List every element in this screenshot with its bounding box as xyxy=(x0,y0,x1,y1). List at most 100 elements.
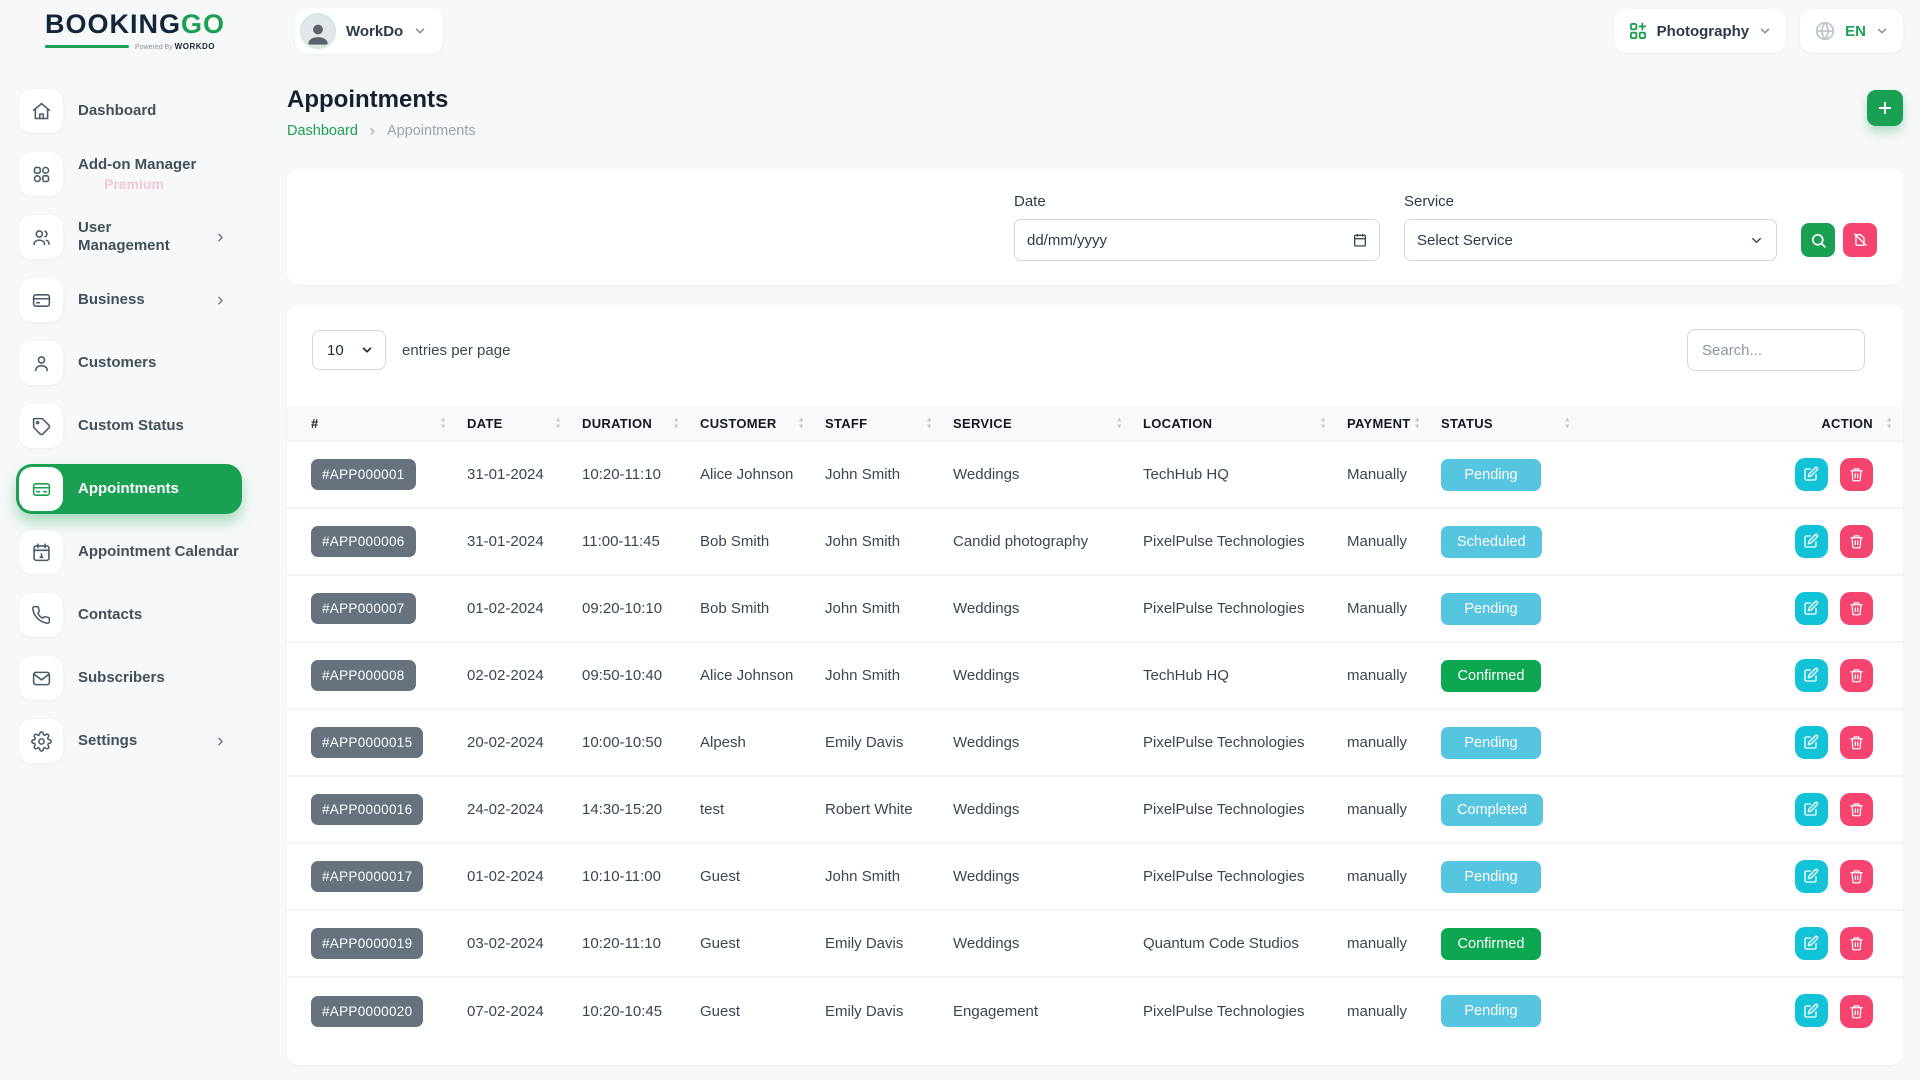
col-header-status[interactable]: STATUS▲▼ xyxy=(1431,407,1581,441)
edit-button[interactable] xyxy=(1795,793,1828,826)
breadcrumb-dashboard-link[interactable]: Dashboard xyxy=(287,123,358,139)
cell-staff: John Smith xyxy=(815,642,943,709)
cell-date: 01-02-2024 xyxy=(457,575,572,642)
brand-logo[interactable]: BOOKINGGO Powered By WORKDO xyxy=(0,11,260,51)
workspace-name: WorkDo xyxy=(346,23,403,40)
grid-icon xyxy=(19,152,63,196)
cell-customer: Guest xyxy=(690,843,815,910)
sort-icon[interactable]: ▲▼ xyxy=(440,417,447,430)
col-header-payment[interactable]: PAYMENT▲▼ xyxy=(1337,407,1431,441)
delete-button[interactable] xyxy=(1840,793,1873,826)
sort-icon[interactable]: ▲▼ xyxy=(673,417,680,430)
col-header-service[interactable]: SERVICE▲▼ xyxy=(943,407,1133,441)
edit-button[interactable] xyxy=(1795,927,1828,960)
delete-button[interactable] xyxy=(1840,995,1873,1028)
sidebar-item-subscribers[interactable]: Subscribers xyxy=(16,653,242,703)
edit-button[interactable] xyxy=(1795,525,1828,558)
sort-icon[interactable]: ▲▼ xyxy=(798,417,805,430)
sidebar-item-business[interactable]: Business xyxy=(16,275,242,325)
cell-payment: Manually xyxy=(1337,575,1431,642)
sidebar-item-contacts[interactable]: Contacts xyxy=(16,590,242,640)
cell-duration: 14:30-15:20 xyxy=(572,776,690,843)
plus-icon xyxy=(1876,99,1894,117)
delete-button[interactable] xyxy=(1840,592,1873,625)
edit-pencil-icon xyxy=(1803,1003,1819,1019)
appointment-card-icon xyxy=(19,467,63,511)
search-icon xyxy=(1810,232,1827,249)
apply-filter-button[interactable] xyxy=(1801,223,1835,257)
col-header-duration[interactable]: DURATION▲▼ xyxy=(572,407,690,441)
table-row: #APP0000015 20-02-2024 10:00-10:50 Alpes… xyxy=(287,709,1903,776)
filter-card: Date Service Select Service xyxy=(287,169,1903,285)
phone-icon xyxy=(19,593,63,637)
cell-date: 31-01-2024 xyxy=(457,441,572,508)
chevron-down-icon xyxy=(360,343,374,357)
language-switcher[interactable]: EN xyxy=(1800,9,1903,53)
col-header-location[interactable]: LOCATION▲▼ xyxy=(1133,407,1337,441)
breadcrumb: Dashboard Appointments xyxy=(287,123,476,139)
sidebar-item-dashboard[interactable]: Dashboard xyxy=(16,86,242,136)
calendar-small-icon[interactable] xyxy=(1352,232,1368,248)
file-off-icon xyxy=(1852,232,1868,248)
edit-button[interactable] xyxy=(1795,458,1828,491)
sidebar-item-appointment-calendar[interactable]: Appointment Calendar xyxy=(16,527,242,577)
sort-icon[interactable]: ▲▼ xyxy=(1564,417,1571,430)
cell-payment: manually xyxy=(1337,910,1431,977)
col-header-action[interactable]: ACTION▲▼ xyxy=(1581,407,1903,441)
delete-button[interactable] xyxy=(1840,726,1873,759)
edit-pencil-icon xyxy=(1803,533,1819,549)
edit-pencil-icon xyxy=(1803,801,1819,817)
cell-payment: manually xyxy=(1337,977,1431,1044)
workspace-switcher[interactable]: WorkDo xyxy=(295,8,443,54)
module-switcher[interactable]: Photography xyxy=(1614,9,1787,53)
sidebar-item-settings[interactable]: Settings xyxy=(16,716,242,766)
sidebar-item-custom-status[interactable]: Custom Status xyxy=(16,401,242,451)
sort-icon[interactable]: ▲▼ xyxy=(926,417,933,430)
cell-staff: John Smith xyxy=(815,508,943,575)
status-badge: Pending xyxy=(1441,459,1541,491)
sort-icon[interactable]: ▲▼ xyxy=(1320,417,1327,430)
delete-button[interactable] xyxy=(1840,927,1873,960)
reset-filter-button[interactable] xyxy=(1843,223,1877,257)
delete-button[interactable] xyxy=(1840,659,1873,692)
col-header-staff[interactable]: STAFF▲▼ xyxy=(815,407,943,441)
page-size-value: 10 xyxy=(327,342,344,359)
edit-button[interactable] xyxy=(1795,860,1828,893)
module-name: Photography xyxy=(1657,23,1750,40)
sort-icon[interactable]: ▲▼ xyxy=(1116,417,1123,430)
appointment-id-badge: #APP000006 xyxy=(311,526,416,557)
language-code: EN xyxy=(1845,23,1866,40)
topbar: BOOKINGGO Powered By WORKDO WorkDo Photo… xyxy=(0,0,1920,62)
edit-button[interactable] xyxy=(1795,592,1828,625)
edit-button[interactable] xyxy=(1795,659,1828,692)
col-header-customer[interactable]: CUSTOMER▲▼ xyxy=(690,407,815,441)
sort-icon[interactable]: ▲▼ xyxy=(1414,417,1421,430)
cell-staff: John Smith xyxy=(815,843,943,910)
appointment-id-badge: #APP0000020 xyxy=(311,996,423,1027)
col-header-id[interactable]: #▲▼ xyxy=(287,407,457,441)
sidebar-item-addon-manager[interactable]: Add-on Manager Premium xyxy=(16,149,242,199)
col-header-date[interactable]: DATE▲▼ xyxy=(457,407,572,441)
table-search-input[interactable] xyxy=(1687,329,1865,371)
page-size-select[interactable]: 10 xyxy=(312,330,386,370)
delete-button[interactable] xyxy=(1840,458,1873,491)
appointment-id-badge: #APP000008 xyxy=(311,660,416,691)
sidebar-item-appointments[interactable]: Appointments xyxy=(16,464,242,514)
sidebar-item-user-management[interactable]: User Management xyxy=(16,212,242,262)
cell-duration: 09:20-10:10 xyxy=(572,575,690,642)
sort-icon[interactable]: ▲▼ xyxy=(1886,417,1893,430)
date-filter-input[interactable] xyxy=(1014,219,1380,261)
cell-service: Weddings xyxy=(943,776,1133,843)
breadcrumb-separator-icon xyxy=(367,126,378,137)
edit-button[interactable] xyxy=(1795,994,1828,1027)
tag-icon xyxy=(19,404,63,448)
sort-icon[interactable]: ▲▼ xyxy=(555,417,562,430)
sidebar-item-label: Appointment Calendar xyxy=(78,543,239,561)
delete-button[interactable] xyxy=(1840,525,1873,558)
service-filter-select[interactable]: Select Service xyxy=(1404,219,1777,261)
sidebar-item-label: Contacts xyxy=(78,606,142,624)
edit-button[interactable] xyxy=(1795,726,1828,759)
delete-button[interactable] xyxy=(1840,860,1873,893)
add-appointment-button[interactable] xyxy=(1867,90,1903,126)
sidebar-item-customers[interactable]: Customers xyxy=(16,338,242,388)
